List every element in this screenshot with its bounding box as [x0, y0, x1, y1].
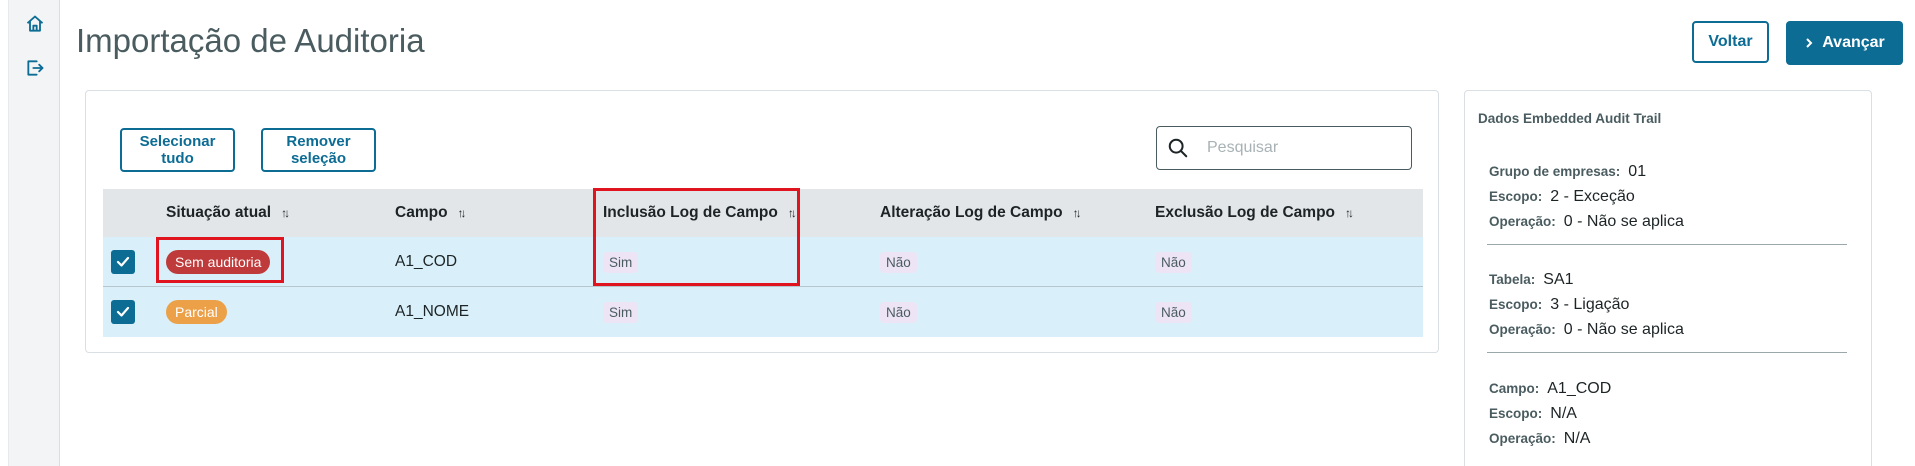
- row-checkbox[interactable]: [111, 300, 135, 324]
- search-input[interactable]: [1207, 139, 1397, 157]
- audit-table-card: Selecionar tudo Remover seleção Situação…: [85, 90, 1439, 353]
- next-button-label: Avançar: [1822, 34, 1885, 51]
- value: A1_COD: [1547, 380, 1612, 397]
- search-box[interactable]: [1156, 126, 1412, 170]
- label: Escopo:: [1489, 189, 1543, 204]
- divider: [1487, 352, 1847, 353]
- audit-trail-panel: Dados Embedded Audit Trail Grupo de empr…: [1464, 90, 1872, 466]
- audit-table: Situação atual ↑↓ Campo ↑↓ Inclusão Log …: [103, 189, 1423, 337]
- inclusion-tag: Sim: [603, 301, 639, 323]
- home-button[interactable]: [23, 12, 47, 36]
- operation-row: Operação: 0 - Não se aplica: [1489, 213, 1684, 231]
- operation-row: Operação: N/A: [1489, 430, 1590, 448]
- inclusion-tag: Sim: [603, 251, 639, 273]
- column-header-exclusion[interactable]: Exclusão Log de Campo ↑↓: [1155, 189, 1354, 237]
- label: Escopo:: [1489, 297, 1543, 312]
- chevron-right-icon: [1806, 38, 1813, 48]
- operation-row: Operação: 0 - Não se aplica: [1489, 321, 1684, 339]
- table-row[interactable]: Parcial A1_NOME Sim Não Não: [103, 287, 1423, 337]
- exclusion-tag: Não: [1155, 301, 1192, 323]
- sort-icon: ↑↓: [281, 206, 290, 220]
- label: Operação:: [1489, 322, 1556, 337]
- group-companies-row: Grupo de empresas: 01: [1489, 163, 1646, 181]
- field-cell: A1_COD: [395, 253, 458, 270]
- sort-icon: ↑↓: [1072, 206, 1082, 220]
- alteration-tag: Não: [880, 251, 917, 273]
- field-name-row: Campo: A1_COD: [1489, 380, 1611, 398]
- value: 01: [1628, 163, 1647, 180]
- check-icon: [116, 306, 130, 317]
- field-cell: A1_NOME: [395, 303, 470, 320]
- column-header-alteration[interactable]: Alteração Log de Campo ↑↓: [880, 189, 1082, 237]
- scope-row: Escopo: 2 - Exceção: [1489, 188, 1635, 206]
- label: Grupo de empresas:: [1489, 164, 1621, 179]
- status-badge: Sem auditoria: [166, 250, 271, 274]
- label: Campo:: [1489, 381, 1540, 396]
- logout-button[interactable]: [23, 56, 47, 80]
- value: 0 - Não se aplica: [1563, 213, 1684, 230]
- column-header-label: Alteração Log de Campo: [880, 204, 1063, 221]
- column-header-status[interactable]: Situação atual ↑↓: [166, 189, 290, 237]
- value: SA1: [1543, 271, 1574, 288]
- value: 3 - Ligação: [1550, 296, 1630, 313]
- column-header-field[interactable]: Campo ↑↓: [395, 189, 467, 237]
- panel-title: Dados Embedded Audit Trail: [1478, 111, 1662, 126]
- table-header: Situação atual ↑↓ Campo ↑↓ Inclusão Log …: [103, 189, 1423, 237]
- sort-icon: ↑↓: [1345, 206, 1354, 220]
- divider: [1487, 244, 1847, 245]
- status-badge: Parcial: [166, 300, 227, 324]
- exclusion-tag: Não: [1155, 251, 1192, 273]
- column-header-label: Situação atual: [166, 204, 272, 221]
- sort-icon: ↑↓: [457, 206, 467, 220]
- label: Operação:: [1489, 214, 1556, 229]
- home-icon: [26, 15, 44, 32]
- column-header-label: Campo: [395, 204, 448, 221]
- label: Tabela:: [1489, 272, 1536, 287]
- column-header-label: Inclusão Log de Campo: [603, 204, 778, 221]
- page-title: Importação de Auditoria: [76, 22, 425, 59]
- scope-row: Escopo: 3 - Ligação: [1489, 296, 1629, 314]
- value: 0 - Não se aplica: [1563, 321, 1684, 338]
- scope-row: Escopo: N/A: [1489, 405, 1577, 423]
- column-header-label: Exclusão Log de Campo: [1155, 204, 1336, 221]
- value: 2 - Exceção: [1550, 188, 1635, 205]
- next-button[interactable]: Avançar: [1786, 21, 1903, 65]
- check-icon: [116, 256, 130, 267]
- table-row[interactable]: Sem auditoria A1_COD Sim Não Não: [103, 237, 1423, 287]
- logout-icon: [27, 60, 44, 76]
- back-button[interactable]: Voltar: [1692, 21, 1769, 63]
- value: N/A: [1550, 405, 1577, 422]
- label: Escopo:: [1489, 406, 1543, 421]
- row-checkbox[interactable]: [111, 250, 135, 274]
- label: Operação:: [1489, 431, 1556, 446]
- remove-selection-button[interactable]: Remover seleção: [261, 128, 376, 172]
- column-header-inclusion[interactable]: Inclusão Log de Campo ↑↓: [603, 189, 797, 237]
- sidebar: [8, 0, 60, 466]
- alteration-tag: Não: [880, 301, 917, 323]
- table-name-row: Tabela: SA1: [1489, 271, 1574, 289]
- sort-icon: ↑↓: [787, 206, 797, 220]
- value: N/A: [1563, 430, 1591, 447]
- search-icon: [1168, 138, 1188, 158]
- select-all-button[interactable]: Selecionar tudo: [120, 128, 235, 172]
